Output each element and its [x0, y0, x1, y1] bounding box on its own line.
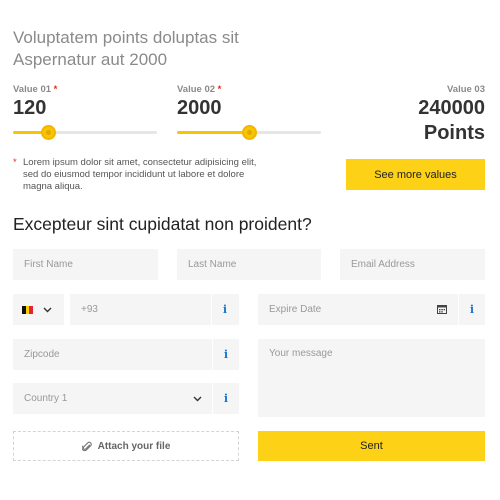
attach-file-button[interactable]: Attach your file: [13, 431, 239, 461]
expire-date-placeholder: Expire Date: [269, 304, 322, 315]
value-01-slider-thumb[interactable]: [41, 125, 56, 140]
expire-date-input[interactable]: Expire Date i: [258, 294, 485, 325]
phone-info-icon[interactable]: i: [211, 294, 238, 325]
value-02-label: Value 02 *: [177, 84, 221, 95]
expire-date-info-icon[interactable]: i: [458, 294, 485, 325]
value-03-number: 240000: [418, 97, 485, 119]
submit-button[interactable]: Sent: [258, 431, 485, 461]
title-line-2: Aspernatur aut 2000: [13, 50, 168, 69]
message-textarea[interactable]: Your message: [258, 339, 485, 417]
value-02-number: 2000: [177, 97, 222, 119]
chevron-down-icon: [193, 396, 202, 402]
zipcode-placeholder: Zipcode: [24, 349, 60, 360]
belgium-flag-icon: [22, 305, 34, 314]
zipcode-info-icon[interactable]: i: [212, 339, 239, 370]
country-info-icon[interactable]: i: [212, 383, 239, 414]
required-mark: *: [53, 84, 58, 95]
country-select[interactable]: Country 1 i: [13, 383, 239, 414]
value-02-slider[interactable]: [177, 125, 321, 140]
first-name-input[interactable]: First Name: [13, 249, 158, 280]
value-02-slider-thumb[interactable]: [242, 125, 257, 140]
value-01-label-text: Value 01: [13, 84, 52, 95]
last-name-input[interactable]: Last Name: [177, 249, 321, 280]
phone-prefix: +93: [81, 304, 98, 315]
disclaimer-note: * Lorem ipsum dolor sit amet, consectetu…: [13, 157, 273, 193]
value-02-slider-fill: [177, 131, 249, 134]
value-02-label-text: Value 02: [177, 84, 216, 95]
required-mark: *: [13, 157, 17, 168]
see-more-values-button[interactable]: See more values: [346, 159, 485, 190]
email-input[interactable]: Email Address: [340, 249, 485, 280]
title-line-1: Voluptatem points doluptas sit: [13, 28, 239, 47]
value-03-unit: Points: [423, 122, 485, 144]
attach-file-label: Attach your file: [97, 440, 171, 452]
country-code-select[interactable]: [13, 294, 64, 325]
country-select-value: Country 1: [24, 393, 68, 404]
page-title: Voluptatem points doluptas sit Aspernatu…: [13, 27, 313, 71]
form-heading: Excepteur sint cupidatat non proident?: [13, 214, 312, 234]
zipcode-input[interactable]: Zipcode i: [13, 339, 239, 370]
calendar-icon[interactable]: [437, 304, 447, 314]
value-03-label: Value 03: [446, 84, 485, 95]
required-mark: *: [217, 84, 222, 95]
value-01-slider[interactable]: [13, 125, 157, 140]
disclaimer-text: Lorem ipsum dolor sit amet, consectetur …: [23, 157, 257, 192]
value-01-number: 120: [13, 97, 47, 119]
phone-input[interactable]: +93 i: [70, 294, 239, 325]
paperclip-icon: [81, 441, 92, 451]
chevron-down-icon: [43, 307, 52, 312]
value-01-label: Value 01 *: [13, 84, 57, 95]
